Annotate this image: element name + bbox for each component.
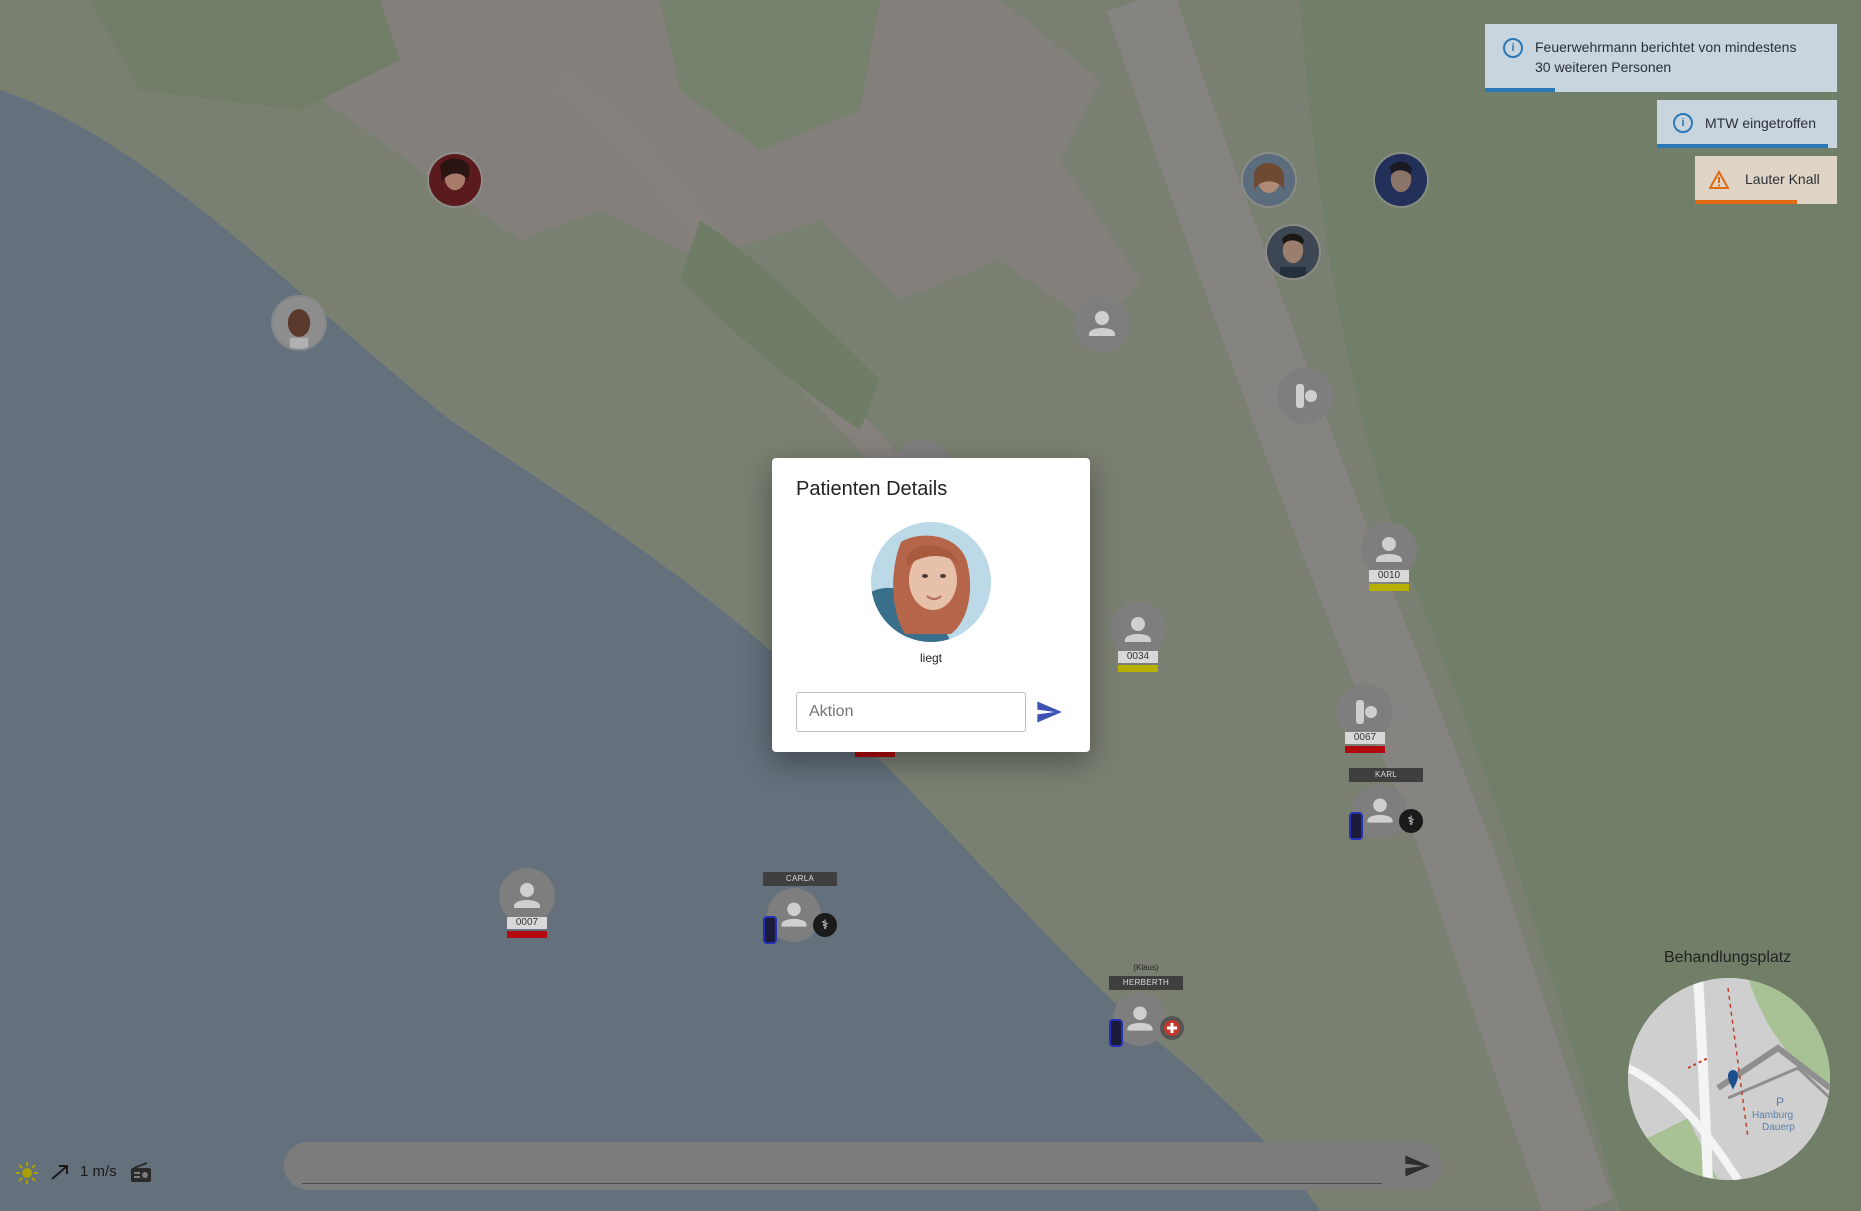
minimap-terrain: P Hamburg Dauerp xyxy=(1628,978,1830,1180)
chat-send-button[interactable] xyxy=(1402,1152,1432,1180)
wind-arrow-icon xyxy=(51,1165,68,1180)
doctor-badge-icon: ⚕ xyxy=(1399,809,1423,833)
wind-speed: 1 m/s xyxy=(80,1163,117,1180)
lying-person-icon xyxy=(1296,384,1317,408)
send-icon xyxy=(1037,701,1062,723)
person-photo-icon xyxy=(273,297,325,349)
patient-id: 0034 xyxy=(1118,651,1158,663)
patient-id: 0007 xyxy=(507,917,547,929)
chat-input-underline xyxy=(302,1183,1382,1184)
person-avatar[interactable] xyxy=(1265,224,1321,280)
person-icon xyxy=(1089,311,1115,336)
triage-bar-red xyxy=(1345,746,1385,753)
notification-info[interactable]: i Feuerwehrmann berichtet von mindestens… xyxy=(1485,24,1837,92)
helper-subtitle: (Klaus) xyxy=(1133,963,1159,972)
person-avatar[interactable] xyxy=(1373,152,1429,208)
triage-bar-red xyxy=(507,931,547,938)
person-avatar[interactable] xyxy=(1241,152,1297,208)
person-icon xyxy=(514,883,540,908)
patient-portrait-icon xyxy=(871,522,991,642)
info-icon: i xyxy=(1673,113,1693,133)
person-icon xyxy=(1125,617,1151,642)
person-photo-icon xyxy=(429,154,481,206)
helper-name: KARL xyxy=(1349,768,1423,782)
person-marker[interactable] xyxy=(1074,296,1130,352)
minimap-label: Dauerp xyxy=(1762,1122,1795,1133)
sun-icon xyxy=(16,1162,38,1184)
notification-progress xyxy=(1485,88,1556,92)
patient-marker[interactable] xyxy=(499,868,555,924)
send-action-button[interactable] xyxy=(1034,698,1064,726)
notification-progress xyxy=(1695,200,1798,204)
person-photo-icon xyxy=(1267,226,1319,278)
patient-marker[interactable] xyxy=(1110,602,1166,658)
notification-warning[interactable]: Lauter Knall xyxy=(1695,156,1837,204)
minimap-label: P xyxy=(1776,1095,1784,1109)
chat-input-bar[interactable] xyxy=(284,1142,1442,1190)
doctor-badge-icon: ⚕ xyxy=(813,913,837,937)
patient-details-dialog: Patienten Details liegt xyxy=(772,458,1090,752)
notification-text: 30 weiteren Personen xyxy=(1535,59,1672,75)
helper-name: HERBERTH xyxy=(1109,976,1183,990)
helper-name: CARLA xyxy=(763,872,837,886)
person-marker[interactable] xyxy=(1277,368,1333,424)
person-photo-icon xyxy=(1375,154,1427,206)
person-avatar[interactable] xyxy=(427,152,483,208)
minimap-label: Hamburg xyxy=(1752,1110,1793,1121)
notification-text: Feuerwehrmann berichtet von mindestens xyxy=(1535,39,1797,55)
minimap-title: Behandlungsplatz xyxy=(1664,949,1792,966)
patient-id: 0010 xyxy=(1369,570,1409,582)
notification-progress xyxy=(1657,144,1828,148)
warning-icon xyxy=(1709,170,1729,189)
person-photo-icon xyxy=(1243,154,1295,206)
radio-icon[interactable] xyxy=(130,1162,152,1184)
radio-device-icon xyxy=(763,916,777,944)
triage-bar-yellow xyxy=(1369,584,1409,591)
patient-id: 0067 xyxy=(1345,732,1385,744)
patient-photo xyxy=(871,522,991,642)
person-avatar[interactable] xyxy=(271,295,327,351)
first-aid-badge-icon xyxy=(1160,1016,1184,1040)
notification-info[interactable]: i MTW eingetroffen xyxy=(1657,100,1837,148)
notification-text: Lauter Knall xyxy=(1745,171,1820,187)
dialog-title: Patienten Details xyxy=(796,478,948,500)
info-icon: i xyxy=(1503,38,1523,58)
send-icon xyxy=(1405,1155,1430,1177)
patient-status: liegt xyxy=(919,651,942,665)
radio-device-icon xyxy=(1109,1019,1123,1047)
minimap[interactable]: P Hamburg Dauerp xyxy=(1628,978,1830,1180)
action-input[interactable] xyxy=(796,692,1026,732)
radio-device-icon xyxy=(1349,812,1363,840)
notification-text: MTW eingetroffen xyxy=(1705,115,1817,131)
triage-bar-yellow xyxy=(1118,665,1158,672)
